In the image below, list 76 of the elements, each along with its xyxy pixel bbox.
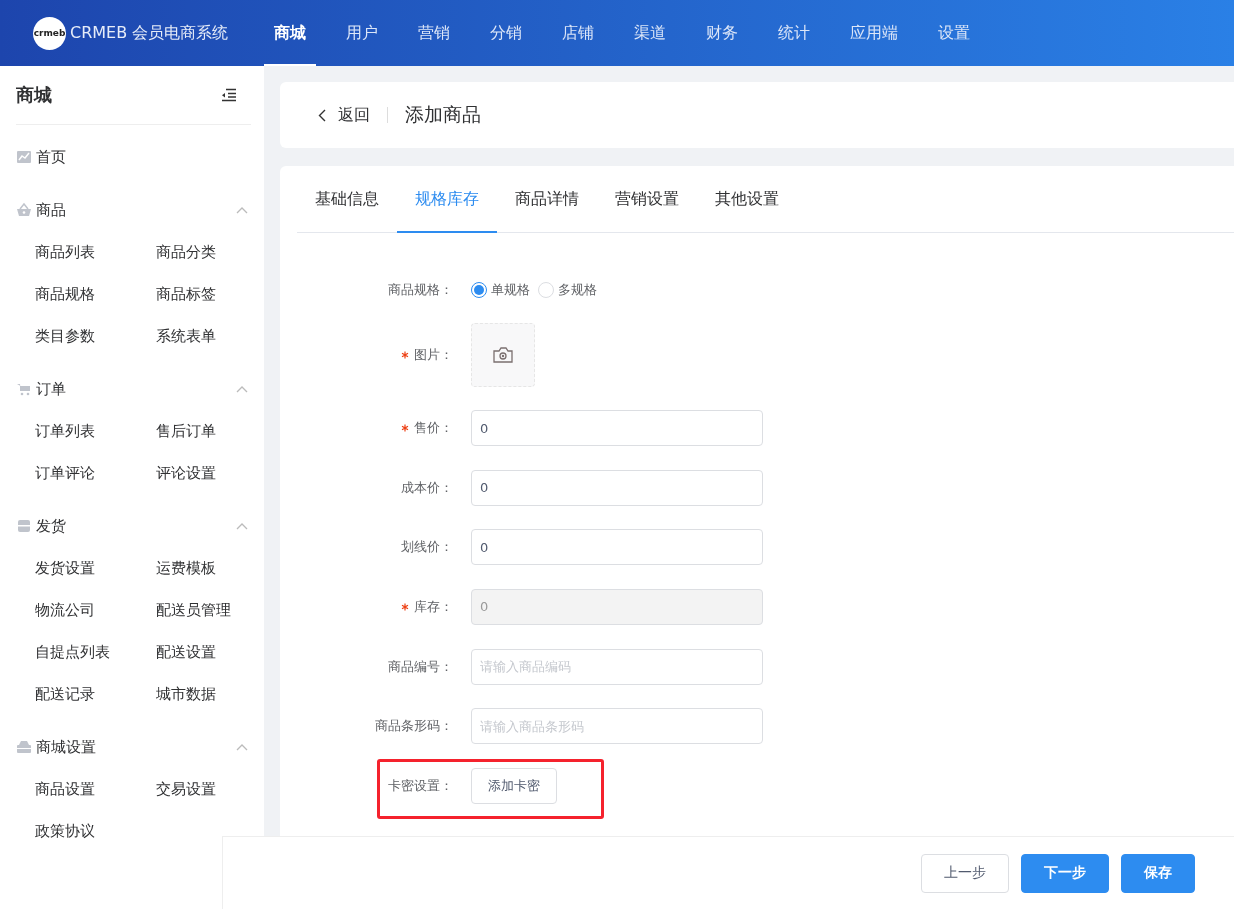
back-button[interactable]: 返回 xyxy=(318,104,370,126)
sidebar-item[interactable]: 商品设置 xyxy=(16,768,137,810)
tab[interactable]: 规格库存 xyxy=(397,166,497,232)
radio-circle[interactable] xyxy=(471,282,487,298)
sidebar-item[interactable]: 类目参数 xyxy=(16,315,137,357)
camera-icon xyxy=(492,345,514,364)
sidebar-item[interactable]: 配送员管理 xyxy=(137,589,264,631)
field-label: 卡密设置： xyxy=(388,776,453,795)
nav-tab[interactable]: 营销 xyxy=(398,0,470,66)
radio-option[interactable]: 单规格 xyxy=(471,281,530,299)
text-field[interactable]: 0 xyxy=(471,469,763,506)
field-label: 商品编号： xyxy=(388,657,453,676)
chevron-icon[interactable] xyxy=(236,385,248,393)
footer-button[interactable]: 上一步 xyxy=(921,853,1009,893)
chevron-icon[interactable] xyxy=(236,743,248,751)
back-icon xyxy=(318,108,326,122)
tab[interactable]: 基础信息 xyxy=(297,166,397,232)
sidebar-item[interactable]: 发货设置 xyxy=(16,547,137,589)
sidebar-item[interactable]: 政策协议 xyxy=(16,810,137,852)
page-title: 添加商品 xyxy=(405,102,481,127)
nav-tab[interactable]: 商城 xyxy=(254,0,326,66)
logo: crmeb xyxy=(33,16,66,50)
sidebar-item[interactable]: 配送设置 xyxy=(137,631,264,673)
sidebar-item[interactable]: 系统表单 xyxy=(137,315,264,357)
image-upload[interactable] xyxy=(471,322,535,387)
nav-tab[interactable]: 设置 xyxy=(918,0,990,66)
field-label: 成本价： xyxy=(401,478,453,497)
radio-option[interactable]: 多规格 xyxy=(538,281,597,299)
sidebar-group[interactable]: 商城设置 xyxy=(36,737,236,757)
chevron-icon[interactable] xyxy=(236,206,248,214)
field-label: 库存： xyxy=(414,597,453,616)
collapse-menu-icon[interactable] xyxy=(221,88,237,102)
sidebar-item[interactable]: 订单评论 xyxy=(16,452,137,494)
sidebar-group[interactable]: 首页 xyxy=(36,147,248,167)
nav-tab[interactable]: 应用端 xyxy=(830,0,918,66)
tab[interactable]: 营销设置 xyxy=(597,166,697,232)
nav-tab[interactable]: 统计 xyxy=(758,0,830,66)
nav-tab[interactable]: 店铺 xyxy=(542,0,614,66)
text-field[interactable]: 0 xyxy=(471,529,763,566)
chevron-icon[interactable] xyxy=(236,522,248,530)
sidebar-item[interactable]: 商品规格 xyxy=(16,273,137,315)
field-label: 售价： xyxy=(414,419,453,438)
sidebar-title: 商城 xyxy=(16,83,52,107)
menu-icon xyxy=(16,381,32,397)
sidebar-group[interactable]: 商品 xyxy=(36,200,236,220)
tab[interactable]: 其他设置 xyxy=(697,166,797,232)
sidebar-item[interactable]: 运费模板 xyxy=(137,547,264,589)
text-field[interactable]: 0 xyxy=(471,410,763,447)
add-card-key-button[interactable]: 添加卡密 xyxy=(471,767,557,804)
menu-icon xyxy=(16,202,32,218)
field-label: 图片： xyxy=(414,345,453,364)
sidebar-item[interactable]: 评论设置 xyxy=(137,452,264,494)
field-label: 商品规格： xyxy=(388,281,453,299)
menu-icon xyxy=(16,739,32,755)
sidebar-item[interactable]: 商品列表 xyxy=(16,231,137,273)
nav-tab[interactable]: 渠道 xyxy=(614,0,686,66)
sidebar-group[interactable]: 订单 xyxy=(36,379,236,399)
menu-icon xyxy=(16,149,32,165)
sidebar-item[interactable]: 配送记录 xyxy=(16,673,137,715)
field-label: 划线价： xyxy=(401,538,453,557)
sidebar-group[interactable]: 发货 xyxy=(36,516,236,536)
sidebar-item[interactable]: 订单列表 xyxy=(16,410,137,452)
sidebar-item[interactable]: 交易设置 xyxy=(137,768,264,810)
sidebar-item[interactable]: 城市数据 xyxy=(137,673,264,715)
sidebar-item[interactable]: 商品标签 xyxy=(137,273,264,315)
tab[interactable]: 商品详情 xyxy=(497,166,597,232)
sidebar-item[interactable]: 商品分类 xyxy=(137,231,264,273)
menu-icon xyxy=(16,518,32,534)
nav-tab[interactable]: 用户 xyxy=(326,0,398,66)
sidebar-item[interactable]: 售后订单 xyxy=(137,410,264,452)
sidebar-item[interactable]: 自提点列表 xyxy=(16,631,137,673)
sidebar-item[interactable]: 物流公司 xyxy=(16,589,137,631)
nav-tab[interactable]: 财务 xyxy=(686,0,758,66)
nav-tab[interactable]: 分销 xyxy=(470,0,542,66)
field-label: 商品条形码： xyxy=(375,717,453,736)
brand-name: CRMEB 会员电商系统 xyxy=(70,22,229,44)
